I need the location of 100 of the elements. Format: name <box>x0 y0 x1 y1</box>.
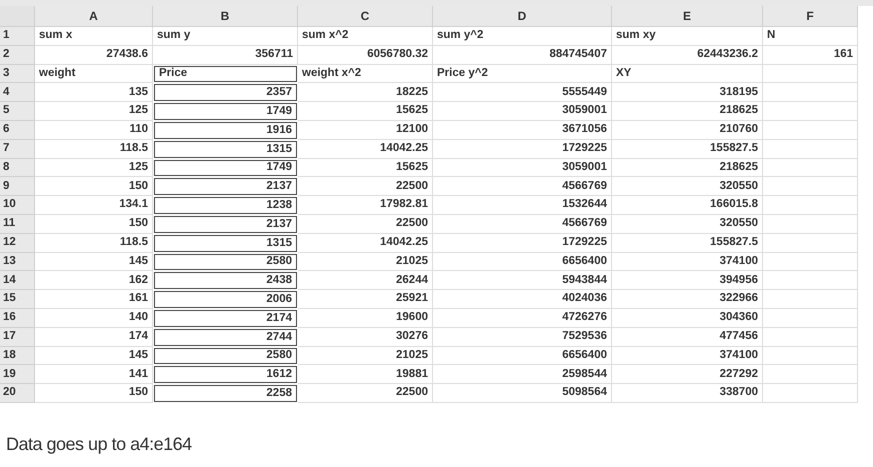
table-cell: 4566769 <box>433 214 612 234</box>
table-cell: 2580 <box>154 348 297 364</box>
table-cell: 2598544 <box>433 365 612 384</box>
row-header[interactable]: 18 <box>0 346 35 366</box>
row-header[interactable]: 14 <box>0 271 35 290</box>
table-cell: 2174 <box>154 310 297 327</box>
table-cell: 4566769 <box>433 177 612 196</box>
table-cell: 155827.5 <box>612 140 763 159</box>
table-cell: 4726276 <box>433 308 612 328</box>
table-cell: 320550 <box>612 177 763 196</box>
column-header[interactable]: F <box>763 6 858 27</box>
row-header[interactable]: 3 <box>0 64 35 84</box>
table-cell: sum xy <box>612 27 763 46</box>
table-cell: 318195 <box>612 83 763 102</box>
table-cell: 227292 <box>612 365 763 384</box>
note-text: Data goes up to a4:e164 <box>6 432 193 456</box>
table-cell: 1315 <box>154 140 297 158</box>
table-cell: 110 <box>35 120 153 140</box>
table-cell: 1729225 <box>433 234 612 253</box>
table-cell: 2744 <box>154 328 297 346</box>
table-cell: N <box>763 27 858 46</box>
table-cell: 14042.25 <box>298 234 433 253</box>
row-header[interactable]: 20 <box>0 384 35 403</box>
column-header[interactable]: B <box>153 6 298 27</box>
column-header[interactable]: A <box>35 6 153 27</box>
table-cell: 118.5 <box>35 234 153 253</box>
table-cell: 218625 <box>612 158 763 178</box>
table-cell: weight <box>35 64 153 84</box>
table-cell: 141 <box>35 365 153 384</box>
table-cell: 22500 <box>298 177 433 196</box>
table-cell: 150 <box>35 384 153 403</box>
table-cell: 2258 <box>154 385 297 402</box>
table-cell: Price <box>154 66 297 82</box>
table-cell: 2137 <box>154 178 297 196</box>
table-cell: XY <box>612 64 763 84</box>
column-header[interactable]: E <box>612 6 763 27</box>
table-cell: 118.5 <box>35 140 153 159</box>
table-cell: 2137 <box>154 216 297 233</box>
row-header[interactable]: 8 <box>0 158 35 178</box>
column-header[interactable]: D <box>433 6 612 27</box>
table-cell: 884745407 <box>433 46 612 65</box>
table-cell: sum y <box>153 27 298 46</box>
table-cell: 1749 <box>154 160 297 176</box>
column-header[interactable]: C <box>298 6 433 27</box>
table-cell: 322966 <box>612 290 763 309</box>
table-cell: 2438 <box>154 272 297 290</box>
table-cell: 134.1 <box>35 196 153 215</box>
row-header[interactable]: 12 <box>0 234 35 253</box>
table-cell: sum x <box>35 27 153 46</box>
table-cell: 19600 <box>298 308 433 328</box>
table-cell: 394956 <box>612 271 763 290</box>
row-header[interactable]: 17 <box>0 328 35 347</box>
table-cell: 161 <box>35 290 153 309</box>
table-cell: 477456 <box>612 328 763 347</box>
table-cell: 21025 <box>298 252 433 272</box>
table-cell: 22500 <box>298 214 433 234</box>
row-header[interactable]: 6 <box>0 120 35 140</box>
table-cell: 62443236.2 <box>612 46 763 65</box>
row-header[interactable]: 10 <box>0 196 35 215</box>
table-cell: Price y^2 <box>433 64 612 84</box>
table-cell: 150 <box>35 214 153 234</box>
table-cell: 19881 <box>298 365 433 384</box>
row-header[interactable]: 11 <box>0 214 35 234</box>
table-cell: 210760 <box>612 120 763 140</box>
table-cell: 4024036 <box>433 290 612 309</box>
table-cell: 150 <box>35 177 153 196</box>
table-cell: 356711 <box>153 46 298 65</box>
table-cell: 2580 <box>154 254 297 270</box>
table-cell: 6656400 <box>433 252 612 272</box>
table-cell: 162 <box>35 271 153 290</box>
table-cell: sum y^2 <box>433 27 612 46</box>
table-cell: 15625 <box>298 102 433 121</box>
table-cell: 5555449 <box>433 83 612 102</box>
table-cell: 2357 <box>154 84 297 102</box>
table-cell: 3059001 <box>433 158 612 178</box>
row-header[interactable]: 15 <box>0 290 35 309</box>
table-cell: 1729225 <box>433 140 612 159</box>
row-header[interactable]: 7 <box>0 140 35 159</box>
table-cell: 1532644 <box>433 196 612 215</box>
row-header[interactable]: 5 <box>0 102 35 121</box>
table-cell: 18225 <box>298 83 433 102</box>
table-cell: 140 <box>35 308 153 328</box>
table-cell: 166015.8 <box>612 196 763 215</box>
row-header[interactable]: 2 <box>0 46 35 65</box>
row-header[interactable]: 13 <box>0 252 35 272</box>
table-cell: 1916 <box>154 122 297 139</box>
table-cell: 26244 <box>298 271 433 290</box>
row-header[interactable]: 4 <box>0 83 35 102</box>
table-cell: 3059001 <box>433 102 612 121</box>
table-cell: 14042.25 <box>298 140 433 159</box>
table-cell: 5943844 <box>433 271 612 290</box>
table-cell: 145 <box>35 346 153 366</box>
table-cell: 7529536 <box>433 328 612 347</box>
row-header[interactable]: 16 <box>0 308 35 328</box>
table-cell: 1612 <box>154 366 297 384</box>
row-header[interactable]: 9 <box>0 177 35 196</box>
table-cell: 15625 <box>298 158 433 178</box>
row-header[interactable]: 1 <box>0 27 35 46</box>
table-cell: 27438.6 <box>35 46 153 65</box>
row-header[interactable]: 19 <box>0 365 35 384</box>
